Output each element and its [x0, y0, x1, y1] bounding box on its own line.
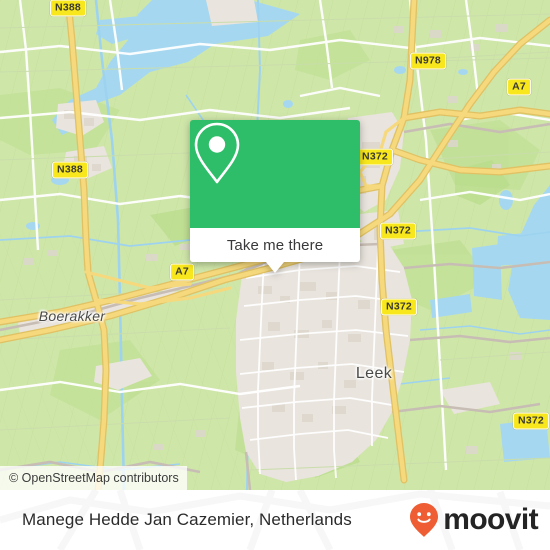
- callout-pointer: [266, 262, 284, 273]
- location-title: Manege Hedde Jan Cazemier, Netherlands: [22, 510, 352, 529]
- map-share-card: N388 N388 N978 A7 N372 N372 N372 A7 N372…: [0, 0, 550, 550]
- road-shield[interactable]: N372: [381, 298, 417, 316]
- road-shield[interactable]: A7: [170, 263, 194, 281]
- callout-icon-area: [190, 120, 360, 228]
- road-shield[interactable]: N978: [410, 52, 446, 70]
- road-shield[interactable]: N388: [52, 161, 88, 179]
- moovit-wordmark: moovit: [443, 503, 538, 536]
- map-canvas[interactable]: N388 N388 N978 A7 N372 N372 N372 A7 N372…: [0, 0, 550, 490]
- road-shield[interactable]: N372: [380, 222, 416, 240]
- place-label-boerakker: Boerakker: [38, 308, 106, 324]
- location-callout-card[interactable]: Take me there: [190, 120, 360, 273]
- map-pin-icon: [194, 122, 240, 184]
- footer-bar: Manege Hedde Jan Cazemier, Netherlands m…: [0, 490, 550, 550]
- road-shield[interactable]: N372: [357, 148, 393, 166]
- moovit-pin-smiley-icon: [410, 503, 439, 537]
- road-shield[interactable]: N372: [513, 412, 549, 430]
- osm-attribution[interactable]: © OpenStreetMap contributors: [0, 466, 187, 490]
- place-label-leek: Leek: [355, 365, 393, 382]
- footer-content: Manege Hedde Jan Cazemier, Netherlands m…: [0, 490, 550, 550]
- callout-action-area[interactable]: Take me there: [190, 228, 360, 273]
- moovit-brand[interactable]: moovit: [409, 502, 539, 538]
- take-me-there-label: Take me there: [226, 236, 324, 254]
- road-shield[interactable]: A7: [507, 78, 531, 96]
- road-shield[interactable]: N388: [50, 0, 86, 17]
